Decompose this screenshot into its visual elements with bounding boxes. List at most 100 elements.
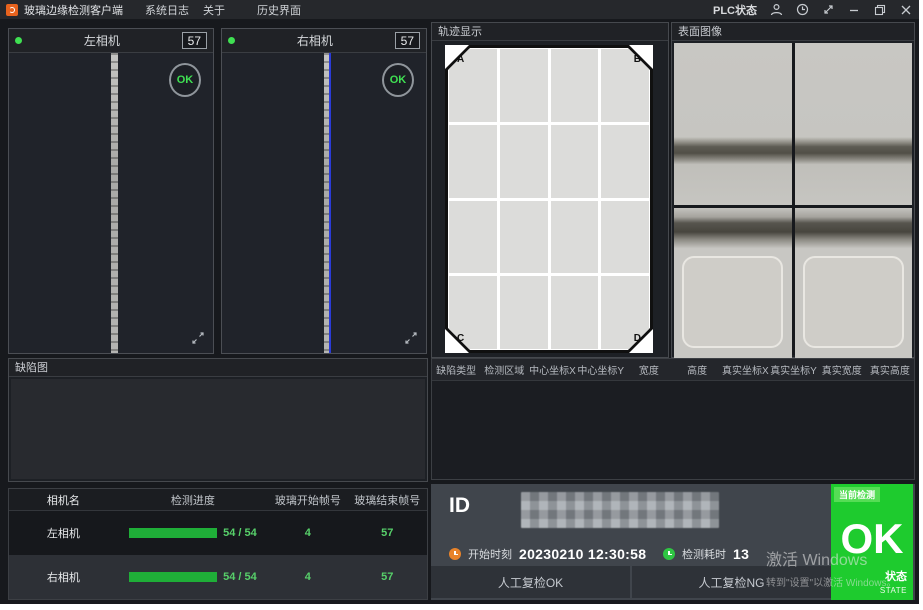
- left-camera-header: 左相机 57: [9, 29, 213, 53]
- glass-edge-strip: [111, 53, 118, 353]
- col-real-width: 真实宽度: [818, 362, 866, 377]
- status-ok-value: OK: [831, 518, 913, 560]
- left-camera-ok-badge: OK: [169, 63, 201, 97]
- right-camera-panel: 右相机 57 OK: [221, 28, 427, 354]
- expand-icon[interactable]: [404, 331, 418, 345]
- trajectory-grid-cell: [601, 201, 649, 274]
- start-time-clock-icon: [449, 548, 461, 560]
- trajectory-grid-cell: [500, 49, 548, 122]
- trajectory-grid-cell: [500, 125, 548, 198]
- trajectory-grid-cell: [449, 201, 497, 274]
- col-height: 高度: [673, 362, 721, 377]
- surface-image[interactable]: [674, 43, 792, 205]
- trajectory-grid-cell: [601, 125, 649, 198]
- id-label: ID: [449, 494, 470, 518]
- elapsed-clock-icon: [663, 548, 675, 560]
- col-camera-name: 相机名: [9, 492, 118, 508]
- end-frame-value: 57: [348, 527, 427, 539]
- col-center-y: 中心坐标Y: [577, 362, 625, 377]
- col-progress: 检测进度: [118, 492, 268, 508]
- defect-table-body[interactable]: [432, 381, 914, 479]
- progress-table-header: 相机名 检测进度 玻璃开始帧号 玻璃结束帧号: [9, 489, 427, 511]
- surface-image[interactable]: [795, 208, 913, 358]
- surface-panel-title: 表面图像: [672, 23, 914, 41]
- start-frame-value: 4: [268, 571, 347, 583]
- clock-icon[interactable]: [795, 3, 809, 17]
- col-width: 宽度: [625, 362, 673, 377]
- defect-table: 缺陷类型 检测区域 中心坐标X 中心坐标Y 宽度 高度 真实坐标X 真实坐标Y …: [431, 358, 915, 480]
- camera-name: 左相机: [9, 525, 118, 541]
- right-camera-title: 右相机: [235, 32, 395, 49]
- defect-map-canvas: [11, 379, 425, 479]
- trajectory-grid-cell: [551, 49, 599, 122]
- state-label-en: STATE: [880, 586, 907, 595]
- minimize-button[interactable]: [847, 3, 861, 17]
- table-row-left-camera[interactable]: 左相机 54 / 54 4 57: [9, 511, 427, 555]
- current-detection-label: 当前检测: [834, 487, 880, 502]
- plc-status-label: PLC状态: [713, 2, 757, 18]
- surface-image[interactable]: [795, 43, 913, 205]
- start-time-label: 开始时刻: [468, 546, 512, 562]
- trajectory-panel: 轨迹显示: [431, 22, 669, 358]
- col-start-frame: 玻璃开始帧号: [268, 492, 347, 508]
- id-value-redacted: [521, 492, 719, 528]
- corner-label-a: A: [457, 54, 464, 65]
- trajectory-grid: [449, 49, 649, 349]
- elapsed-label: 检测耗时: [682, 546, 726, 562]
- resize-arrows-icon[interactable]: [821, 3, 835, 17]
- left-camera-view: OK: [9, 53, 213, 353]
- right-camera-frame-count: 57: [395, 32, 420, 49]
- end-frame-value: 57: [348, 571, 427, 583]
- glass-edge-strip: [324, 53, 331, 353]
- trajectory-grid-cell: [449, 125, 497, 198]
- left-camera-frame-count: 57: [182, 32, 207, 49]
- table-row-right-camera[interactable]: 右相机 54 / 54 4 57: [9, 555, 427, 599]
- col-end-frame: 玻璃结束帧号: [348, 492, 427, 508]
- start-time-value: 20230210 12:30:58: [519, 546, 646, 562]
- col-real-height: 真实高度: [866, 362, 914, 377]
- trajectory-grid-cell: [500, 276, 548, 349]
- left-camera-title: 左相机: [22, 32, 182, 49]
- progress-bar: [129, 528, 217, 538]
- camera-name: 右相机: [9, 569, 118, 585]
- defect-map-panel: 缺陷图: [8, 358, 428, 482]
- progress-text: 54 / 54: [223, 571, 257, 583]
- trajectory-canvas: A B C D: [432, 42, 668, 357]
- right-camera-view: OK: [222, 53, 426, 353]
- col-detect-region: 检测区域: [480, 362, 528, 377]
- corner-label-b: B: [634, 54, 641, 65]
- trajectory-grid-cell: [551, 125, 599, 198]
- right-camera-ok-badge: OK: [382, 63, 414, 97]
- title-bar: 玻璃边缘检测客户端 系统日志 关于 历史界面 PLC状态: [0, 0, 919, 19]
- surface-image-grid: [674, 43, 912, 355]
- elapsed-value: 13: [733, 546, 749, 562]
- manual-recheck-ng-button[interactable]: 人工复检NG: [632, 566, 831, 598]
- defect-table-header: 缺陷类型 检测区域 中心坐标X 中心坐标Y 宽度 高度 真实坐标X 真实坐标Y …: [432, 359, 914, 381]
- current-result-status-box: 当前检测 OK 状态 STATE: [831, 484, 913, 600]
- camera-status-dot: [228, 37, 235, 44]
- close-button[interactable]: [899, 3, 913, 17]
- menu-history[interactable]: 历史界面: [257, 2, 301, 18]
- defect-map-title: 缺陷图: [9, 359, 427, 377]
- expand-icon[interactable]: [191, 331, 205, 345]
- corner-label-d: D: [634, 333, 641, 344]
- state-label-cn: 状态: [885, 568, 907, 584]
- manual-recheck-ok-button[interactable]: 人工复检OK: [431, 566, 630, 598]
- surface-image[interactable]: [674, 208, 792, 358]
- right-camera-header: 右相机 57: [222, 29, 426, 53]
- restore-button[interactable]: [873, 3, 887, 17]
- start-time-group: 开始时刻 20230210 12:30:58: [449, 546, 646, 562]
- corner-label-c: C: [457, 333, 464, 344]
- col-real-y: 真实坐标Y: [769, 362, 817, 377]
- trajectory-grid-cell: [500, 201, 548, 274]
- camera-progress-table: 相机名 检测进度 玻璃开始帧号 玻璃结束帧号 左相机 54 / 54 4 57 …: [8, 488, 428, 600]
- menu-system-log[interactable]: 系统日志: [145, 2, 189, 18]
- progress-text: 54 / 54: [223, 527, 257, 539]
- left-camera-panel: 左相机 57 OK: [8, 28, 214, 354]
- elapsed-group: 检测耗时 13: [663, 546, 749, 562]
- user-icon[interactable]: [769, 3, 783, 17]
- menu-about[interactable]: 关于: [203, 2, 225, 18]
- surface-images-panel: 表面图像: [671, 22, 915, 358]
- col-center-x: 中心坐标X: [528, 362, 576, 377]
- result-panel: ID 开始时刻 20230210 12:30:58 检测耗时 13 人工复检OK…: [431, 484, 915, 600]
